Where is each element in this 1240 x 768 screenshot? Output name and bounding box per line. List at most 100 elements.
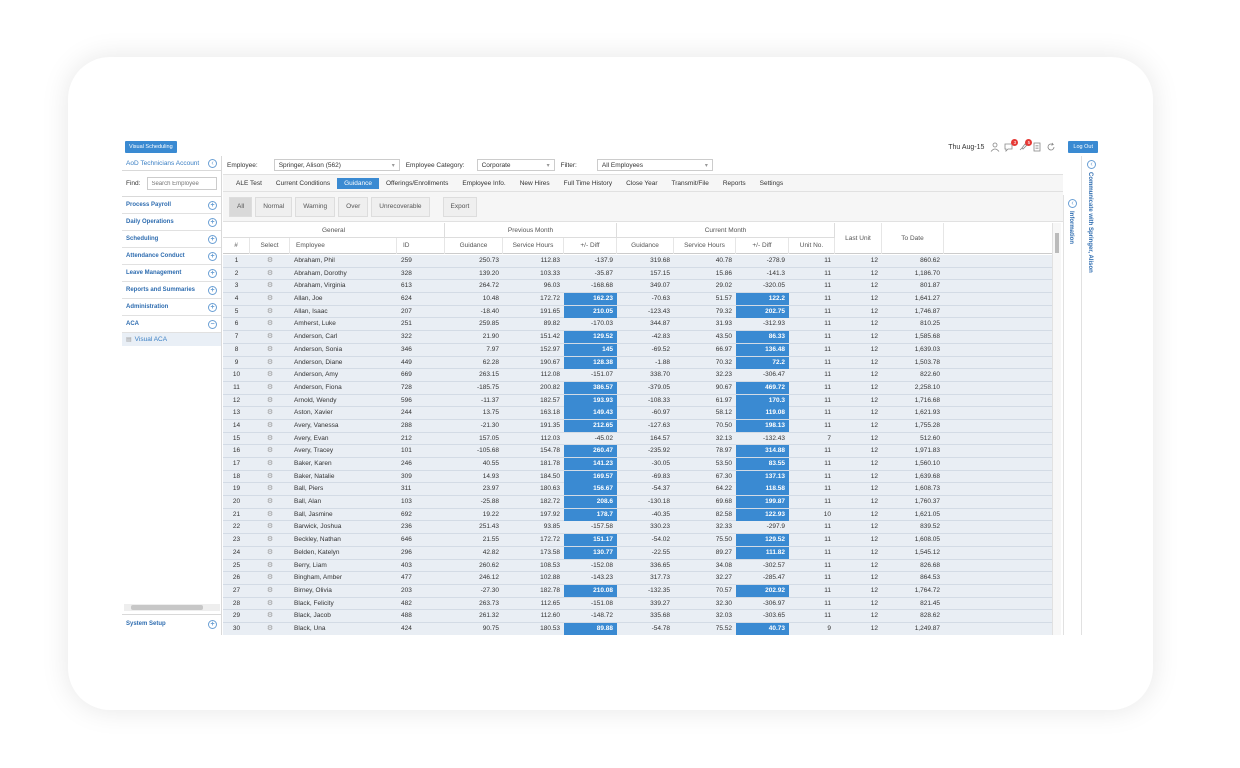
select-gear-icon[interactable]: ⚙: [250, 331, 290, 343]
col-id[interactable]: ID: [397, 238, 445, 254]
table-row[interactable]: 10 ⚙ Anderson, Amy 669 263.15 112.08 -151.07 33…: [223, 369, 1052, 382]
col-unit-no[interactable]: Unit No.: [789, 238, 835, 254]
select-gear-icon[interactable]: ⚙: [250, 534, 290, 546]
col-prev-guidance[interactable]: Guidance: [445, 238, 503, 254]
table-row[interactable]: 4 ⚙ Allan, Joe 624 10.48 172.72 162.23 -70.63 51…: [223, 293, 1052, 306]
scrollbar-thumb[interactable]: [1055, 233, 1059, 253]
expand-icon[interactable]: +: [208, 285, 217, 295]
table-row[interactable]: 17 ⚙ Baker, Karen 246 40.55 181.78 141.23 -30.0…: [223, 458, 1052, 471]
table-row[interactable]: 18 ⚙ Baker, Natalie 309 14.93 184.50 169.57 -69…: [223, 470, 1052, 484]
select-gear-icon[interactable]: ⚙: [250, 395, 290, 407]
visual-scheduling-button[interactable]: Visual Scheduling: [125, 141, 177, 153]
sidebar-item-scheduling[interactable]: Scheduling +: [122, 231, 221, 248]
expand-icon[interactable]: +: [208, 234, 217, 244]
tab-offerings-enrollments[interactable]: Offerings/Enrollments: [379, 178, 455, 189]
table-row[interactable]: 19 ⚙ Ball, Piers 311 23.97 180.63 156.67 -54.37…: [223, 483, 1052, 497]
user-icon[interactable]: [990, 142, 1000, 152]
select-gear-icon[interactable]: ⚙: [250, 293, 290, 305]
unrecoverable-button[interactable]: Unrecoverable: [371, 196, 430, 217]
export-button[interactable]: Export: [442, 196, 478, 217]
col-last-unit[interactable]: Last Unit: [835, 223, 882, 254]
select-gear-icon[interactable]: ⚙: [250, 407, 290, 419]
col-select[interactable]: Select: [250, 238, 290, 254]
employee-select[interactable]: Springer, Alison (562) ▾: [273, 159, 400, 171]
col-prev-diff[interactable]: +/- Diff: [564, 238, 617, 254]
table-row[interactable]: 12 ⚙ Arnold, Wendy 596 -11.37 182.57 193.93 -10…: [223, 394, 1052, 408]
select-gear-icon[interactable]: ⚙: [250, 598, 290, 610]
expand-icon[interactable]: +: [208, 217, 217, 227]
tab-employee-info[interactable]: Employee Info.: [455, 178, 512, 189]
select-gear-icon[interactable]: ⚙: [250, 509, 290, 521]
expand-icon[interactable]: +: [208, 302, 217, 312]
table-row[interactable]: 27 ⚙ Birney, Olivia 203 -27.30 182.78 210.08 -1…: [223, 584, 1052, 598]
col-number[interactable]: #: [223, 238, 250, 254]
select-gear-icon[interactable]: ⚙: [250, 433, 290, 445]
select-gear-icon[interactable]: ⚙: [250, 458, 290, 470]
search-employee-input[interactable]: [147, 177, 218, 190]
select-gear-icon[interactable]: ⚙: [250, 623, 290, 635]
tab-close-year[interactable]: Close Year: [619, 178, 664, 189]
table-row[interactable]: 3 ⚙ Abraham, Virginia 613 264.72 96.03 -168.68…: [223, 280, 1052, 294]
table-row[interactable]: 22 ⚙ Barwick, Joshua 236 251.43 93.85 -157.58 3…: [223, 521, 1052, 535]
select-gear-icon[interactable]: ⚙: [250, 547, 290, 559]
tab-reports[interactable]: Reports: [716, 178, 753, 189]
select-gear-icon[interactable]: ⚙: [250, 483, 290, 495]
employee-category-select[interactable]: Corporate ▾: [476, 159, 555, 171]
sidebar-item-administration[interactable]: Administration +: [122, 299, 221, 316]
col-prev-service-hours[interactable]: Service Hours: [503, 238, 564, 254]
select-gear-icon[interactable]: ⚙: [250, 445, 290, 457]
tab-transmit-file[interactable]: Transmit/File: [665, 178, 716, 189]
sidebar-subitem-visual-aca[interactable]: ▤ Visual ACA: [122, 333, 221, 346]
refresh-icon[interactable]: [1046, 142, 1056, 152]
select-gear-icon[interactable]: ⚙: [250, 306, 290, 318]
account-selector[interactable]: AoD Technicians Account ‹: [122, 156, 221, 171]
select-gear-icon[interactable]: ⚙: [250, 268, 290, 280]
select-gear-icon[interactable]: ⚙: [250, 585, 290, 597]
table-row[interactable]: 9 ⚙ Anderson, Diane 449 62.28 190.67 128.38 -1.…: [223, 356, 1052, 370]
filter-select[interactable]: All Employees ▾: [596, 159, 713, 171]
chevron-left-icon[interactable]: ‹: [1087, 160, 1096, 169]
chevron-left-icon[interactable]: ‹: [208, 158, 217, 168]
communicate-panel-tab[interactable]: ‹ Communicate with Springer, Alison: [1081, 156, 1100, 635]
sidebar-item-leave-management[interactable]: Leave Management +: [122, 265, 221, 282]
table-row[interactable]: 5 ⚙ Allan, Isaac 207 -18.40 191.65 210.05 -123.…: [223, 305, 1052, 319]
warning-button[interactable]: Warning: [295, 196, 336, 217]
over-button[interactable]: Over: [338, 196, 369, 217]
messages-icon[interactable]: 3: [1004, 139, 1019, 152]
table-row[interactable]: 8 ⚙ Anderson, Sonia 346 7.97 152.97 145 -69.52 6…: [223, 343, 1052, 357]
expand-icon[interactable]: +: [208, 268, 217, 278]
sidebar-horizontal-scrollbar[interactable]: [124, 604, 220, 611]
sidebar-item-system-setup[interactable]: System Setup +: [122, 614, 221, 633]
expand-icon[interactable]: +: [208, 251, 217, 261]
collapse-icon[interactable]: −: [208, 319, 217, 329]
col-employee[interactable]: Employee: [290, 238, 397, 254]
information-panel-tab[interactable]: ‹ Information: [1063, 195, 1081, 635]
log-out-button[interactable]: Log Out: [1068, 141, 1098, 153]
table-row[interactable]: 26 ⚙ Bingham, Amber 477 246.12 102.88 -143.23 3…: [223, 572, 1052, 585]
select-gear-icon[interactable]: ⚙: [250, 318, 290, 330]
col-cur-diff[interactable]: +/- Diff: [736, 238, 789, 254]
table-row[interactable]: 1 ⚙ Abraham, Phil 259 250.73 112.83 -137.9 319.…: [223, 255, 1052, 268]
col-cur-service-hours[interactable]: Service Hours: [674, 238, 736, 254]
col-cur-guidance[interactable]: Guidance: [617, 238, 674, 254]
expand-icon[interactable]: +: [208, 619, 217, 629]
table-row[interactable]: 21 ⚙ Ball, Jasmine 692 19.22 197.92 178.7 -40.3…: [223, 508, 1052, 522]
scrollbar-thumb[interactable]: [131, 605, 203, 610]
chevron-left-icon[interactable]: ‹: [1068, 199, 1077, 208]
document-icon[interactable]: [1032, 142, 1042, 152]
tab-settings[interactable]: Settings: [753, 178, 791, 189]
select-gear-icon[interactable]: ⚙: [250, 560, 290, 572]
select-gear-icon[interactable]: ⚙: [250, 420, 290, 432]
table-row[interactable]: 13 ⚙ Aston, Xavier 244 13.75 163.18 149.43 -60.…: [223, 407, 1052, 420]
table-row[interactable]: 29 ⚙ Black, Jacob 488 261.32 112.60 -148.72 335…: [223, 610, 1052, 623]
table-row[interactable]: 14 ⚙ Avery, Vanessa 288 -21.30 191.35 212.65 -1…: [223, 419, 1052, 433]
select-gear-icon[interactable]: ⚙: [250, 382, 290, 394]
select-gear-icon[interactable]: ⚙: [250, 280, 290, 292]
expand-icon[interactable]: +: [208, 200, 217, 210]
all-button[interactable]: All: [229, 196, 253, 217]
table-row[interactable]: 7 ⚙ Anderson, Carl 322 21.90 151.42 129.52 -42.…: [223, 331, 1052, 344]
select-gear-icon[interactable]: ⚙: [250, 369, 290, 381]
table-row[interactable]: 20 ⚙ Ball, Alan 103 -25.88 182.72 208.6 -130.18…: [223, 496, 1052, 509]
table-row[interactable]: 16 ⚙ Avery, Tracey 101 -105.68 154.78 260.47 -2…: [223, 445, 1052, 458]
table-row[interactable]: 2 ⚙ Abraham, Dorothy 328 139.20 103.33 -35.87 1…: [223, 267, 1052, 281]
